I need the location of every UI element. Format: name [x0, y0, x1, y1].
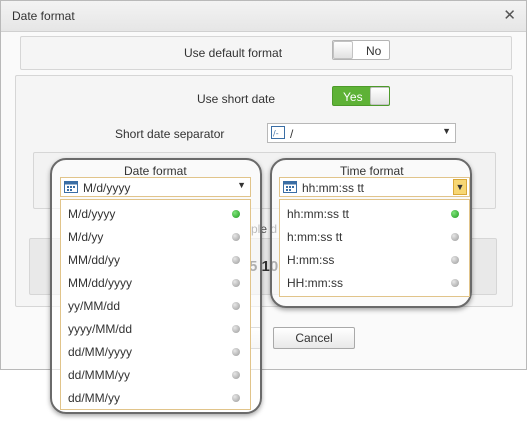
time-format-label: Time format: [340, 164, 404, 178]
list-item[interactable]: h:mm:ss tt: [280, 226, 469, 249]
short-date-toggle[interactable]: Yes: [332, 86, 390, 106]
list-item-label: H:mm:ss: [287, 253, 335, 267]
chevron-down-icon: ▼: [237, 180, 246, 190]
list-item-label: hh:mm:ss tt: [287, 207, 350, 221]
toggle-knob: [333, 41, 353, 59]
date-format-select[interactable]: M/d/yyyy ▼: [60, 177, 251, 197]
time-format-select[interactable]: hh:mm:ss tt ▼: [279, 177, 470, 197]
list-item-label: MM/dd/yyyy: [68, 276, 133, 290]
list-item-label: dd/MMM/yy: [68, 368, 131, 382]
chevron-down-icon[interactable]: ▼: [453, 179, 467, 195]
list-item[interactable]: M/d/yy: [61, 226, 250, 249]
list-item[interactable]: hh:mm:ss tt: [280, 203, 469, 226]
list-item-label: yyyy/MM/dd: [68, 322, 133, 336]
list-item-label: M/d/yyyy: [68, 207, 116, 221]
list-item[interactable]: dd/MMM/yy: [61, 364, 250, 387]
calendar-icon: [64, 181, 78, 193]
separator-label: Short date separator: [115, 127, 225, 141]
selected-indicator-icon: [232, 210, 240, 218]
close-icon[interactable]: ✕: [503, 6, 516, 24]
indicator-icon: [451, 233, 459, 241]
list-item-label: dd/MM/yyyy: [68, 345, 133, 359]
indicator-icon: [232, 348, 240, 356]
list-item[interactable]: yy/MM/dd: [61, 295, 250, 318]
list-item[interactable]: HH:mm:ss: [280, 272, 469, 295]
separator-icon: /-: [271, 126, 285, 139]
list-item-label: dd/MM/yy: [68, 391, 121, 405]
dialog-title: Date format: [12, 9, 75, 23]
indicator-icon: [451, 279, 459, 287]
selected-indicator-icon: [451, 210, 459, 218]
date-format-list: M/d/yyyy M/d/yy MM/dd/yy MM/dd/yyyy yy/M…: [60, 199, 251, 410]
list-item[interactable]: MM/dd/yy: [61, 249, 250, 272]
title-bar: Date format ✕: [1, 1, 526, 32]
calendar-icon: [283, 181, 297, 193]
chevron-down-icon: ▼: [442, 126, 451, 136]
indicator-icon: [232, 394, 240, 402]
toggle-text: No: [366, 44, 382, 58]
list-item-label: h:mm:ss tt: [287, 230, 343, 244]
list-item-label: MM/dd/yy: [68, 253, 121, 267]
indicator-icon: [232, 233, 240, 241]
list-item-label: yy/MM/dd: [68, 299, 121, 313]
time-format-value: hh:mm:ss tt: [302, 181, 365, 195]
list-item[interactable]: M/d/yyyy: [61, 203, 250, 226]
indicator-icon: [232, 302, 240, 310]
list-item[interactable]: H:mm:ss: [280, 249, 469, 272]
indicator-icon: [232, 279, 240, 287]
indicator-icon: [232, 325, 240, 333]
separator-value: /: [290, 127, 294, 141]
list-item-label: M/d/yy: [68, 230, 104, 244]
list-item-label: HH:mm:ss: [287, 276, 343, 290]
list-item[interactable]: yyyy/MM/dd: [61, 318, 250, 341]
cancel-button[interactable]: Cancel: [273, 327, 355, 349]
date-format-value: M/d/yyyy: [83, 181, 131, 195]
time-format-list: hh:mm:ss tt h:mm:ss tt H:mm:ss HH:mm:ss: [279, 199, 470, 297]
use-default-label: Use default format: [184, 46, 283, 60]
date-format-label: Date format: [124, 164, 187, 178]
indicator-icon: [451, 256, 459, 264]
list-item[interactable]: MM/dd/yyyy: [61, 272, 250, 295]
list-item[interactable]: dd/MM/yy: [61, 387, 250, 410]
use-short-date-label: Use short date: [197, 92, 276, 106]
separator-select[interactable]: /- / ▼: [267, 123, 456, 143]
list-item[interactable]: dd/MM/yyyy: [61, 341, 250, 364]
indicator-icon: [232, 256, 240, 264]
svg-text:/-: /-: [273, 129, 279, 138]
toggle-text: Yes: [343, 90, 363, 104]
toggle-knob: [370, 87, 389, 105]
use-default-toggle[interactable]: No: [332, 40, 390, 60]
indicator-icon: [232, 371, 240, 379]
